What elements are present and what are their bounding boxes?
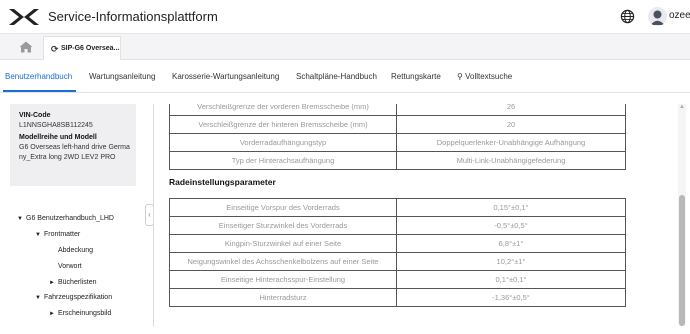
- model-value-line-1: G6 Overseas left-hand drive Germa: [19, 143, 130, 151]
- table-cell-key: Hinterradsturz: [169, 288, 397, 307]
- table-cell-value: 0,15°±0,1°: [396, 198, 626, 217]
- tree-item-label: Abdeckung: [58, 247, 94, 254]
- table-cell-key: Vorderradaufhängungstyp: [169, 133, 397, 152]
- table-row: Vorderradaufhängungstyp Doppelquerlenker…: [169, 133, 626, 152]
- tree-item-benutzerhandbuch[interactable]: ▼ G6 Benutzerhandbuch_LHD: [17, 215, 114, 222]
- table-row: Einseitige Vorspur des Vorderrads 0,15°±…: [169, 198, 626, 217]
- user-avatar-icon: [650, 10, 665, 25]
- vin-label: VIN-Code: [19, 112, 51, 119]
- wheel-alignment-table: Einseitige Vorspur des Vorderrads 0,15°±…: [169, 198, 626, 307]
- table-row: Hinterradsturz -1,36°±0,5°: [169, 288, 626, 307]
- scroll-up-icon[interactable]: ▲: [679, 104, 685, 110]
- table-cell-key: Einseitige Hinterachsspur-Einstellung: [169, 270, 397, 289]
- tab-document-label: SIP-G6 Oversea...: [61, 45, 120, 52]
- nav-volltextsuche[interactable]: ⚲ Volltextsuche: [457, 72, 512, 81]
- table-row: Typ der Hinterachsaufhängung Multi-Link-…: [169, 151, 626, 170]
- search-icon: ⚲: [457, 72, 463, 81]
- scrollbar-thumb[interactable]: [679, 195, 685, 326]
- nav-benutzerhandbuch[interactable]: Benutzerhandbuch: [5, 72, 72, 81]
- document-tab-strip: ⟳ SIP-G6 Oversea...: [0, 34, 690, 60]
- brake-suspension-table: Verschleißgrenze der vorderen Bremsschei…: [169, 104, 626, 170]
- table-cell-key: Einseitige Vorspur des Vorderrads: [169, 198, 397, 217]
- table-cell-key: Verschleißgrenze der hinteren Bremsschei…: [169, 115, 397, 134]
- model-value-line-2: ny_Extra long 2WD LEV2 PRO: [19, 154, 116, 161]
- tree-item-label: Fahrzeugspezifikation: [44, 294, 113, 301]
- tree-item-buecherlisten[interactable]: ► Bücherlisten: [49, 279, 97, 286]
- table-row: Einseitiger Sturzwinkel des Vorderrads -…: [169, 216, 626, 235]
- caret-down-icon[interactable]: ▼: [17, 216, 26, 222]
- table-cell-value: 0,1°±0,1°: [396, 270, 626, 289]
- tree-item-label: Bücherlisten: [58, 279, 97, 286]
- tree-item-label: G6 Benutzerhandbuch_LHD: [26, 215, 114, 222]
- table-cell-value: 26: [396, 104, 626, 116]
- table-row: Verschleißgrenze der vorderen Bremsschei…: [169, 104, 626, 116]
- sidebar: VIN-Code L1NNSGHA8SB112245 Modellreihe u…: [10, 104, 136, 320]
- nav-karosserie-wartungsanleitung[interactable]: Karosserie-Wartungsanleitung: [172, 72, 279, 81]
- table-cell-value: 20: [396, 115, 626, 134]
- refresh-icon[interactable]: ⟳: [51, 44, 59, 55]
- chevron-left-icon: ‹: [148, 210, 151, 219]
- nav-volltextsuche-label: Volltextsuche: [465, 72, 513, 81]
- table-cell-key: Verschleißgrenze der vorderen Bremsschei…: [169, 104, 397, 116]
- tree-item-fahrzeugspezifikation[interactable]: ▼ Fahrzeugspezifikation: [35, 294, 112, 301]
- tree-item-label: Erscheinungsbild: [58, 310, 112, 317]
- table-row: Neigungswinkel des Achsschenkelbolzens a…: [169, 252, 626, 271]
- nav-schaltplaene-handbuch[interactable]: Schaltpläne-Handbuch: [296, 72, 377, 81]
- table-cell-value: Doppelquerlenker-Unabhängige Aufhängung: [396, 133, 626, 152]
- tree-item-abdeckung[interactable]: Abdeckung: [58, 247, 93, 254]
- language-globe-icon[interactable]: [620, 9, 635, 24]
- table-cell-value: 6,8°±1°: [396, 234, 626, 253]
- nav-rettungskarte[interactable]: Rettungskarte: [391, 72, 441, 81]
- vehicle-info-panel: VIN-Code L1NNSGHA8SB112245 Modellreihe u…: [10, 104, 136, 186]
- table-row: Einseitige Hinterachsspur-Einstellung 0,…: [169, 270, 626, 289]
- nav-wartungsanleitung[interactable]: Wartungsanleitung: [89, 72, 155, 81]
- table-cell-key: Neigungswinkel des Achsschenkelbolzens a…: [169, 252, 397, 271]
- content-scrollbar[interactable]: ▲: [678, 104, 686, 326]
- caret-right-icon[interactable]: ►: [49, 280, 58, 286]
- active-tab-indicator: [3, 90, 76, 92]
- user-name[interactable]: ozeec: [669, 10, 690, 21]
- table-cell-key: Typ der Hinterachsaufhängung: [169, 151, 397, 170]
- tree-item-label: Frontmatter: [44, 231, 81, 238]
- caret-down-icon[interactable]: ▼: [35, 232, 44, 238]
- home-icon[interactable]: [19, 41, 33, 53]
- document-content: Verschleißgrenze der vorderen Bremsschei…: [153, 104, 676, 326]
- table-cell-key: Kingpin-Sturzwinkel auf einer Seite: [169, 234, 397, 253]
- table-cell-value: Multi-Link-Unabhängigefederung: [396, 151, 626, 170]
- top-bar: Service-Informationsplattform ozeec: [0, 0, 690, 34]
- table-cell-value: -1,36°±0,5°: [396, 288, 626, 307]
- tree-item-frontmatter[interactable]: ▼ Frontmatter: [35, 231, 80, 238]
- table-row: Verschleißgrenze der hinteren Bremsschei…: [169, 115, 626, 134]
- brand-logo-icon[interactable]: [7, 7, 41, 27]
- main-nav: Benutzerhandbuch Wartungsanleitung Karos…: [0, 60, 690, 93]
- tree-item-vorwort[interactable]: Vorwort: [58, 263, 82, 270]
- tree-item-erscheinungsbild[interactable]: ► Erscheinungsbild: [49, 310, 111, 317]
- table-cell-key: Einseitiger Sturzwinkel des Vorderrads: [169, 216, 397, 235]
- caret-down-icon[interactable]: ▼: [35, 295, 44, 301]
- tab-document[interactable]: ⟳ SIP-G6 Oversea...: [43, 36, 121, 60]
- model-label: Modellreihe und Modell: [19, 133, 97, 141]
- section-title: Radeinstellungsparameter: [169, 177, 276, 187]
- table-cell-value: -0,5°±0,5°: [396, 216, 626, 235]
- app-title: Service-Informationsplattform: [48, 9, 218, 24]
- user-avatar[interactable]: [648, 7, 667, 26]
- table-cell-value: 10,2°±1°: [396, 252, 626, 271]
- vin-value: L1NNSGHA8SB112245: [19, 122, 93, 129]
- table-row: Kingpin-Sturzwinkel auf einer Seite 6,8°…: [169, 234, 626, 253]
- tree-item-label: Vorwort: [58, 263, 82, 270]
- caret-right-icon[interactable]: ►: [49, 311, 58, 317]
